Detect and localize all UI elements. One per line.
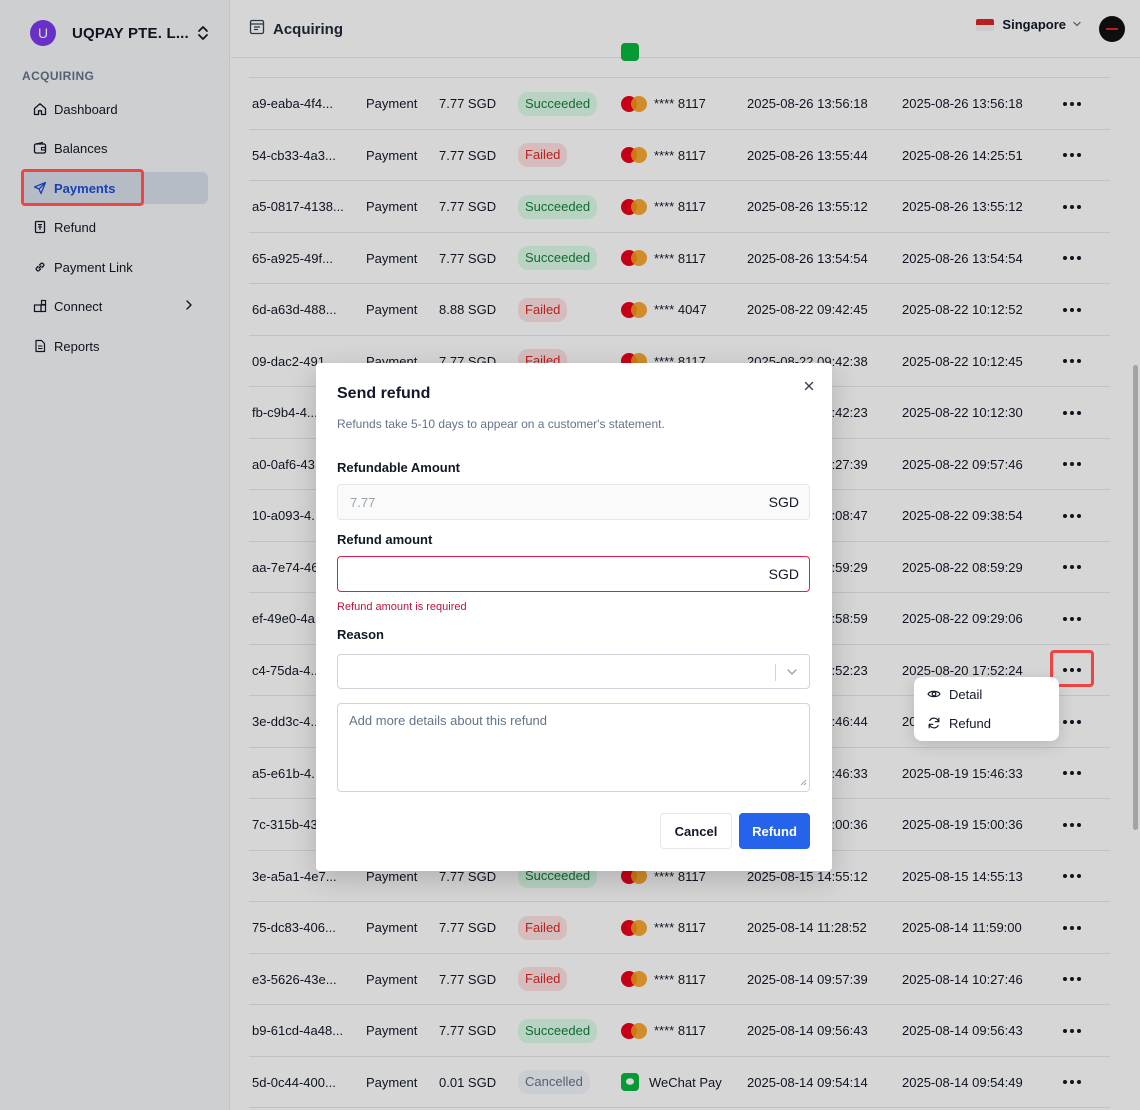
menu-item-refund[interactable]: Refund (926, 712, 991, 734)
eye-icon (926, 686, 942, 702)
dialog-description: Refunds take 5-10 days to appear on a cu… (337, 417, 665, 431)
chevron-down-icon (785, 665, 799, 682)
cancel-button[interactable]: Cancel (660, 813, 732, 849)
refund-details-textarea[interactable]: Add more details about this refund (337, 703, 810, 792)
menu-item-label: Detail (949, 686, 983, 702)
reason-select[interactable] (337, 654, 810, 689)
refresh-icon (926, 715, 942, 731)
menu-item-detail[interactable]: Detail (926, 683, 982, 705)
refundable-amount-field: 7.77 SGD (337, 484, 810, 520)
payments-highlight (21, 169, 144, 206)
refund-amount-input[interactable]: SGD (337, 556, 810, 592)
scrollbar[interactable] (1133, 365, 1138, 830)
refundable-amount-label: Refundable Amount (337, 460, 461, 475)
currency-suffix: SGD (768, 566, 799, 582)
refund-amount-error: Refund amount is required (337, 601, 467, 613)
dialog-title: Send refund (337, 385, 431, 402)
send-refund-dialog: Send refund Refunds take 5-10 days to ap… (316, 363, 832, 871)
refundable-amount-value: 7.77 (350, 495, 376, 510)
row-actions-menu: Detail Refund (914, 677, 1059, 741)
menu-item-label: Refund (949, 715, 991, 731)
close-icon[interactable] (802, 379, 816, 393)
select-separator (775, 664, 776, 681)
refund-submit-button[interactable]: Refund (739, 813, 810, 849)
resize-handle-icon[interactable] (799, 774, 807, 789)
currency-suffix: SGD (768, 494, 799, 510)
reason-label: Reason (337, 627, 384, 642)
details-placeholder: Add more details about this refund (349, 713, 548, 728)
refund-amount-label: Refund amount (337, 532, 433, 547)
